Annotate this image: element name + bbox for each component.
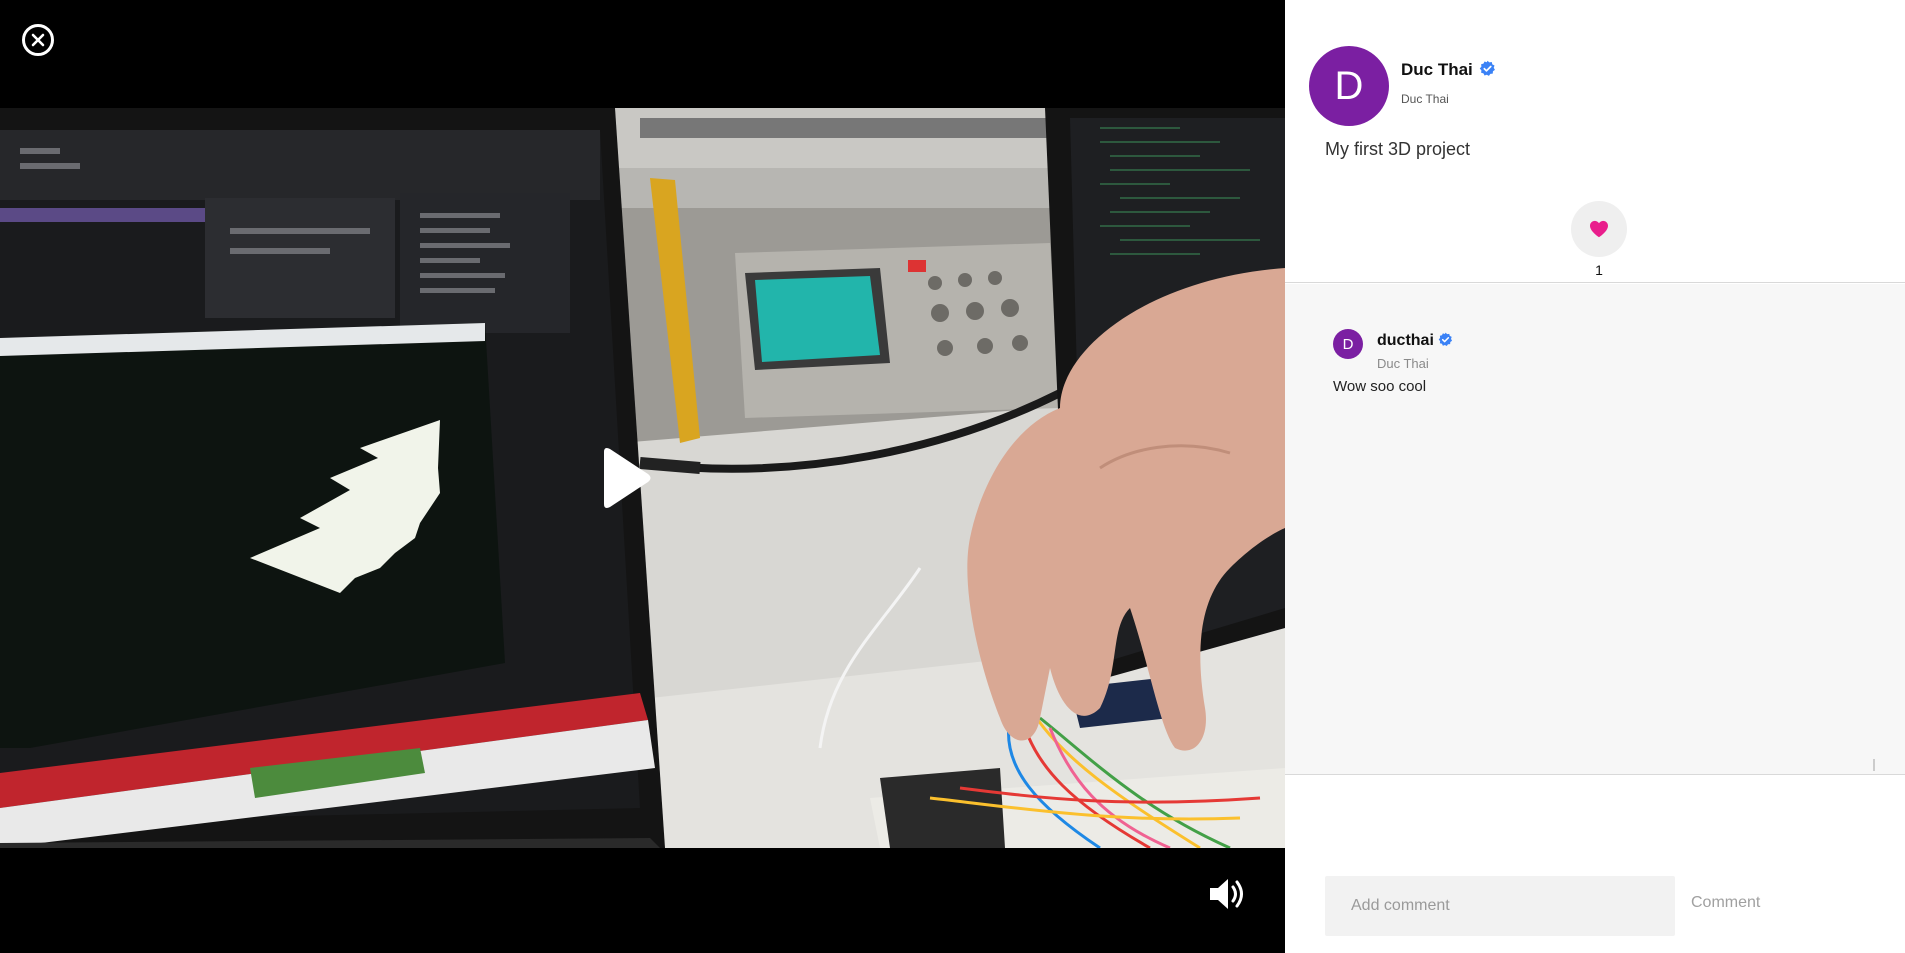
scrollbar-thumb[interactable]	[1873, 759, 1875, 771]
volume-up-icon[interactable]	[1208, 876, 1248, 912]
close-icon[interactable]	[22, 24, 54, 56]
post-caption: My first 3D project	[1325, 139, 1471, 159]
post-side-panel: D Duc Thai Duc Thai My first 3D project …	[1285, 0, 1905, 953]
post-header: D Duc Thai Duc Thai My first 3D project …	[1285, 0, 1905, 283]
add-comment-input[interactable]	[1325, 876, 1675, 936]
commenter-avatar[interactable]: D	[1333, 329, 1363, 359]
author-name-row[interactable]: Duc Thai	[1401, 60, 1496, 80]
author-handle: Duc Thai	[1401, 92, 1449, 106]
play-icon[interactable]	[596, 446, 652, 510]
comment-composer: Comment	[1285, 776, 1905, 953]
verified-badge-icon	[1479, 60, 1495, 76]
author-name: Duc Thai	[1401, 60, 1473, 79]
video-player	[0, 0, 1285, 953]
commenter-username: ducthai	[1377, 332, 1434, 349]
like-button[interactable]	[1571, 201, 1627, 257]
commenter-avatar-letter: D	[1342, 335, 1354, 353]
commenter-name-row[interactable]: ducthai	[1377, 332, 1453, 350]
comment-list[interactable]: D ducthai Duc Thai Wow soo cool	[1285, 284, 1905, 775]
heart-icon	[1590, 220, 1608, 238]
like-count: 1	[1595, 262, 1603, 278]
commenter-handle: Duc Thai	[1377, 356, 1429, 371]
comment-text: Wow soo cool	[1333, 378, 1427, 395]
comment-submit-button[interactable]: Comment	[1691, 894, 1760, 912]
author-avatar[interactable]: D	[1309, 46, 1389, 126]
verified-badge-icon	[1438, 332, 1452, 346]
author-avatar-letter: D	[1334, 63, 1364, 108]
